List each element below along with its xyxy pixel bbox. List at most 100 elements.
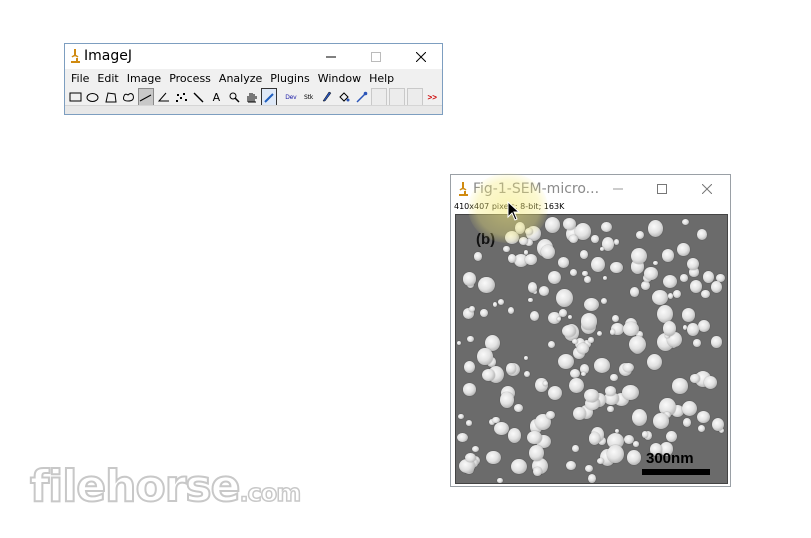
nanoparticle	[457, 432, 469, 443]
nanoparticle	[623, 362, 634, 373]
maximize-button[interactable]	[353, 44, 399, 69]
eyedropper-icon	[264, 92, 274, 103]
nanoparticle	[558, 354, 575, 370]
menu-edit[interactable]: Edit	[93, 70, 122, 87]
scale-bar-label: 300nm	[646, 450, 694, 467]
nanoparticle	[508, 307, 515, 314]
nanoparticle	[593, 358, 610, 373]
nanoparticle	[507, 428, 521, 443]
empty-tool-slot-2[interactable]	[388, 88, 405, 106]
nanoparticle	[631, 408, 648, 427]
polygon-icon	[105, 91, 117, 102]
stk-label: Stk	[304, 93, 314, 101]
nanoparticle	[469, 305, 475, 313]
nanoparticle	[588, 432, 601, 445]
close-icon	[702, 184, 712, 194]
pipette-tool[interactable]	[354, 88, 370, 106]
nanoparticle	[615, 428, 620, 434]
nanoparticle	[686, 257, 699, 270]
minimize-button[interactable]	[308, 44, 354, 69]
rectangle-tool[interactable]	[67, 88, 83, 106]
hand-tool[interactable]	[244, 88, 260, 106]
nanoparticle	[571, 338, 578, 345]
nanoparticle	[697, 319, 711, 333]
nanoparticle	[609, 329, 615, 335]
nanoparticle	[646, 353, 663, 371]
nanoparticle	[640, 281, 650, 291]
scale-bar	[642, 469, 710, 475]
empty-tool-slot-1[interactable]	[371, 88, 388, 106]
angle-tool[interactable]	[155, 88, 171, 106]
flood-fill-tool[interactable]	[336, 88, 352, 106]
nanoparticle	[570, 269, 578, 276]
polygon-tool[interactable]	[102, 88, 118, 106]
close-button[interactable]	[684, 175, 730, 203]
menu-plugins[interactable]: Plugins	[266, 70, 313, 87]
nanoparticle	[494, 422, 510, 436]
oval-tool[interactable]	[85, 88, 101, 106]
nanoparticle	[627, 450, 642, 465]
freehand-icon	[122, 92, 134, 102]
nanoparticle	[576, 342, 589, 354]
nanoparticle	[676, 242, 690, 257]
menu-bar: File Edit Image Process Analyze Plugins …	[65, 69, 442, 88]
nanoparticle	[514, 221, 526, 234]
watermark-text: filehorse	[29, 460, 241, 513]
line-tool[interactable]	[137, 88, 154, 106]
color-picker-tool[interactable]	[261, 88, 278, 106]
more-tools-button[interactable]: >>	[424, 88, 440, 106]
nanoparticle	[673, 290, 681, 299]
brush-tool[interactable]	[318, 88, 334, 106]
nanoparticle	[635, 230, 644, 240]
nanoparticle	[492, 301, 498, 308]
nanoparticle	[596, 331, 602, 337]
nanoparticle	[528, 298, 533, 303]
nanoparticle	[541, 245, 555, 260]
minimize-icon	[613, 188, 623, 190]
point-tool[interactable]	[173, 88, 189, 106]
text-tool[interactable]: A	[208, 88, 224, 106]
menu-image[interactable]: Image	[123, 70, 165, 87]
wand-tool[interactable]	[191, 88, 207, 106]
tool-bar: A Dev Stk >>	[65, 87, 442, 107]
stack-tools[interactable]: Stk	[300, 88, 316, 106]
nanoparticle	[584, 275, 591, 284]
zoom-tool[interactable]	[226, 88, 242, 106]
nanoparticle	[700, 289, 710, 299]
nanoparticle	[548, 385, 563, 400]
minimize-button[interactable]	[595, 175, 641, 203]
nanoparticle	[583, 298, 599, 311]
more-tools-label: >>	[427, 92, 437, 102]
nanoparticle	[607, 444, 624, 463]
menu-analyze[interactable]: Analyze	[215, 70, 266, 87]
image-titlebar[interactable]: Fig-1-SEM-micro...	[451, 175, 730, 203]
empty-tool-slot-3[interactable]	[406, 88, 423, 106]
nanoparticle	[604, 385, 617, 396]
nanoparticle	[524, 355, 529, 360]
imagej-titlebar[interactable]: ImageJ	[65, 44, 442, 69]
nanoparticle	[532, 467, 542, 477]
maximize-icon	[657, 184, 667, 194]
nanoparticle	[477, 347, 493, 366]
nanoparticle	[497, 477, 503, 483]
image-canvas[interactable]: (b) 300nm	[455, 214, 728, 484]
nanoparticle	[689, 279, 703, 293]
dev-menu-tool[interactable]: Dev	[283, 88, 299, 106]
menu-window[interactable]: Window	[314, 70, 365, 87]
image-window: Fig-1-SEM-micro... 410x407 pixels; 8-bit…	[450, 174, 731, 487]
close-button[interactable]	[398, 44, 444, 69]
freehand-tool[interactable]	[120, 88, 136, 106]
nanoparticle	[544, 217, 561, 234]
nanoparticle	[527, 431, 542, 444]
nanoparticle	[466, 420, 473, 426]
menu-file[interactable]: File	[67, 70, 93, 87]
maximize-button[interactable]	[639, 175, 685, 203]
nanoparticle	[471, 445, 480, 453]
menu-process[interactable]: Process	[165, 70, 215, 87]
nanoparticle	[662, 320, 676, 336]
nanoparticle	[505, 362, 517, 374]
magnifier-icon	[229, 92, 240, 103]
nanoparticle	[612, 314, 620, 322]
nanoparticle	[582, 270, 588, 277]
menu-help[interactable]: Help	[365, 70, 398, 87]
